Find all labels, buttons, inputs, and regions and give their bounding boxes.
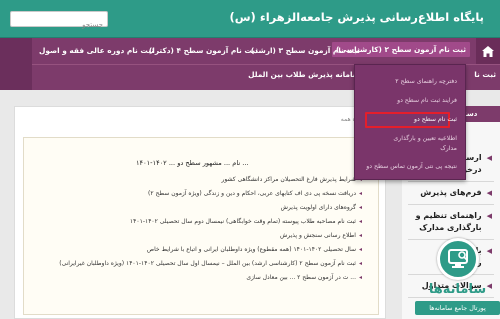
bullet-icon: ◂	[358, 232, 362, 239]
dropdown-item-docs[interactable]: مدارک	[440, 145, 457, 152]
bullet-icon: ◂	[358, 190, 362, 197]
nav-item-international[interactable]: سامانه پذیرش طلاب بین الملل	[248, 70, 360, 79]
dropdown-item-process[interactable]: فرایند ثبت نام سطح دو	[397, 97, 457, 104]
announcement-line[interactable]: ◂شرایط پذیرش فارغ التحصیلان مراکز دانشگا…	[221, 176, 362, 183]
main-content: ا مشاهده همه ... نام ... مشهور سطح دو ..…	[14, 106, 386, 319]
site-title[interactable]: پایگاه اطلاع‌رسانی پذیرش جامعه‌الزهراء (…	[229, 10, 484, 24]
search-input[interactable]	[11, 18, 107, 32]
announcement-line[interactable]: ◂... ت در آزمون سطح ۲ ... بین معادل سازی	[246, 274, 362, 281]
dropdown-item-upload[interactable]: اطلاعیه تعیین و بارگذاری	[393, 135, 457, 142]
bullet-icon: ◂	[358, 274, 362, 281]
dropdown-item-result[interactable]: نتیجه پی نتی آزمون تماس سطح دو	[366, 163, 457, 170]
sidebar-item-upload-guide[interactable]: ◀ راهنمای تنظیم و بارگذاری مدارک	[408, 205, 494, 240]
nav-item-level4[interactable]: ثبت نام آزمون سطح ۴ (دکترا)	[149, 46, 258, 55]
chevron-left-icon: ◀	[486, 212, 492, 220]
sidebar-item-label: راهنمای تنظیم و بارگذاری مدارک	[415, 211, 482, 232]
announcement-line[interactable]: ◂اطلاع رسانی سنجش و پذیرش	[280, 232, 362, 239]
announcement-title: ... نام ... مشهور سطح دو ... ۱۴۰۲-۱۴۰۱	[136, 159, 249, 167]
site-header: پایگاه اطلاع‌رسانی پذیرش جامعه‌الزهراء (…	[0, 0, 500, 38]
samaneha-logo-icon	[437, 238, 479, 280]
dropdown-item-guide[interactable]: دفترچه راهنمای سطح ۲	[395, 78, 457, 85]
home-icon	[482, 45, 494, 57]
announcement-line[interactable]: ◂ثبت نام آزمون سطح ۲ (کارشناسی ارشد) بین…	[59, 260, 362, 267]
bullet-icon: ◂	[358, 204, 362, 211]
sidebar-item-label: فرم‌های پذیرش	[420, 188, 482, 197]
chevron-left-icon: ◀	[486, 189, 492, 197]
bullet-icon: ◂	[358, 246, 362, 253]
bullet-icon: ◂	[358, 218, 362, 225]
announcement-line[interactable]: ◂سال تحصیلی ۱۴۰۲-۱۴۰۱ (همه مقطوع) ویژه د…	[147, 246, 362, 253]
home-button[interactable]	[476, 38, 500, 64]
dropdown-item-register[interactable]: ثبت نام سطح دو	[414, 116, 457, 123]
nav-item-fiqh[interactable]: ثبت نام دوره عالی فقه و اصول	[39, 46, 154, 55]
level2-dropdown-menu: دفترچه راهنمای سطح ۲ فرایند ثبت نام سطح …	[354, 64, 466, 180]
sidebar-item-forms[interactable]: ◀ فرم‌های پذیرش	[408, 182, 494, 205]
watermark-tagline: پورتال جامع سامانه‌ها	[415, 301, 500, 315]
samaneha-watermark: سامانه‌ها پورتال جامع سامانه‌ها	[415, 238, 500, 319]
announcement-line[interactable]: ◂ثبت نام مصاحبه طلاب پیوسته (تمام وقت خو…	[130, 218, 362, 225]
nav-gutter	[0, 38, 32, 90]
announcement-line[interactable]: ◂گروه‌های دارای اولویت پذیرش	[281, 204, 362, 211]
nav-item-level3[interactable]: ثبت نام آزمون سطح ۳ (ارشد)	[251, 46, 360, 55]
chevron-left-icon: ◀	[486, 154, 492, 162]
announcement-box: ... نام ... مشهور سطح دو ... ۱۴۰۲-۱۴۰۱ ◂…	[23, 137, 379, 315]
announcement-line[interactable]: ◂دریافت نسخه پی دی اف کتابهای عربی، احکا…	[148, 190, 362, 197]
watermark-brand: سامانه‌ها	[428, 282, 487, 297]
bullet-icon: ◂	[358, 260, 362, 267]
nav-item-register[interactable]: ثبت نا	[474, 70, 496, 79]
search-box[interactable]	[10, 11, 108, 32]
